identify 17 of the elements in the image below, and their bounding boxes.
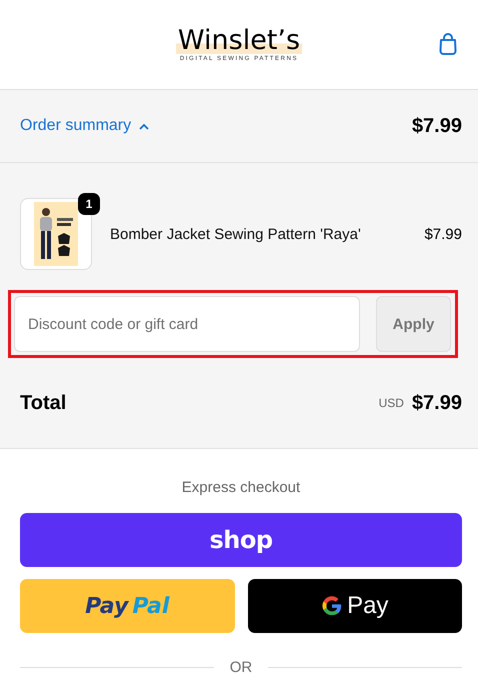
order-summary-toggle[interactable]: Order summary [20,117,150,135]
summary-total: $7.99 [412,114,462,138]
google-g-icon [321,595,344,617]
product-price: $7.99 [424,226,462,242]
paypal-button[interactable]: Pay Pal [20,579,234,633]
total-label: Total [20,392,68,414]
currency-code: USD [378,396,404,410]
total-amount: $7.99 [412,392,462,414]
logo-title: Winslet’s [176,28,302,54]
product-title: Bomber Jacket Sewing Pattern 'Raya' [110,226,362,242]
shopping-bag-icon[interactable] [438,33,458,55]
or-divider-label: OR [230,659,252,676]
google-pay-button[interactable]: Pay [248,579,462,633]
express-checkout-heading: Express checkout [180,479,302,496]
caret-icon [139,122,150,130]
quantity-badge: 1 [78,193,100,215]
shop-pay-button[interactable]: shop [20,513,462,567]
